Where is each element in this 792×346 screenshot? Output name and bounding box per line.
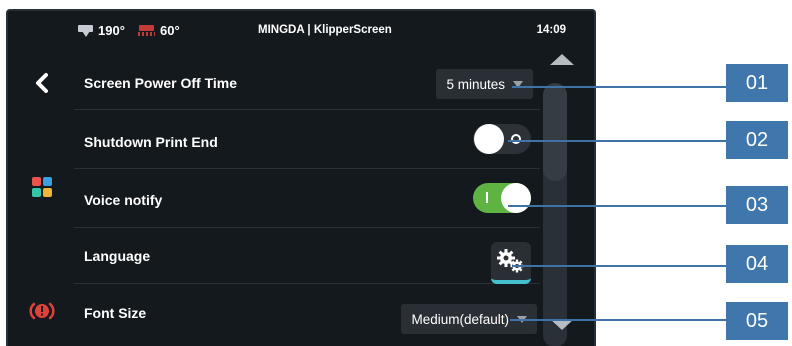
setting-row-shutdown-print-end: Shutdown Print End [74,110,540,169]
klipper-screen: 190° 60° MINGDA | KlipperScreen 14:09 Sc… [6,9,596,346]
language-settings-button[interactable] [491,242,531,284]
grid-menu-icon [32,177,52,197]
dropdown-value: Medium(default) [411,311,509,327]
emergency-stop-button[interactable] [22,291,62,331]
callout-label: 03 [726,186,788,224]
toggle-knob [474,124,504,154]
screen-power-off-dropdown[interactable]: 5 minutes [436,69,533,99]
extruder-temp-value: 190° [98,23,125,38]
callout-label: 05 [726,302,788,340]
bed-temp-value: 60° [160,23,180,38]
callout-label: 04 [726,245,788,283]
setting-label: Screen Power Off Time [84,75,238,91]
heated-bed-icon [138,24,155,37]
setting-row-language: Language [74,228,540,284]
setting-label: Shutdown Print End [84,134,218,150]
setting-row-font-size: Font Size Medium(default) [74,284,540,346]
gears-icon [497,249,524,273]
back-button[interactable] [22,63,62,103]
menu-button[interactable] [22,167,62,207]
voice-notify-toggle[interactable] [473,183,531,213]
extruder-temp: 190° [78,23,125,38]
callout-leader [510,319,726,321]
setting-label: Font Size [84,305,147,321]
setting-row-screen-power-off: Screen Power Off Time 5 minutes [74,55,540,110]
callout-leader [512,86,726,88]
callout-label: 01 [726,64,788,102]
dropdown-value: 5 minutes [446,76,505,92]
shutdown-print-end-toggle[interactable] [473,124,531,154]
setting-label: Language [84,248,151,264]
toggle-on-icon [486,192,488,203]
extruder-icon [78,24,93,38]
scrollbar-thumb[interactable] [543,83,567,181]
callout-leader [512,265,726,267]
toggle-knob [501,183,531,213]
setting-row-voice-notify: Voice notify [74,169,540,228]
toggle-off-icon [511,134,521,144]
bed-temp: 60° [138,23,180,38]
clock: 14:09 [536,24,566,36]
callout-leader [508,140,726,142]
callout-leader [508,205,726,207]
app-title: MINGDA | KlipperScreen [258,24,392,36]
scroll-up-arrow-icon[interactable] [550,54,574,65]
status-bar: 190° 60° MINGDA | KlipperScreen 14:09 [8,11,594,49]
emergency-stop-icon [29,302,55,320]
chevron-left-icon [36,73,48,93]
setting-label: Voice notify [84,192,163,208]
callout-label: 02 [726,121,788,159]
